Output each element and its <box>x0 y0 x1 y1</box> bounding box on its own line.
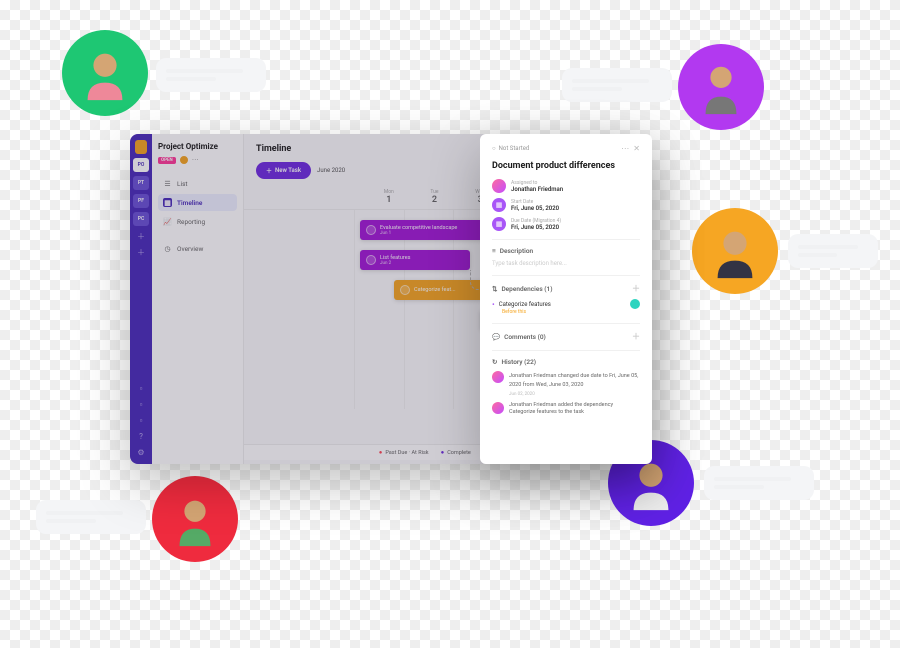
floating-avatar-1 <box>62 30 148 116</box>
project-chip-po[interactable]: PO <box>133 158 149 172</box>
dependency-icon: ⇅ <box>492 285 497 293</box>
task-bar-list-features[interactable]: List featuresJun 2 <box>360 250 470 270</box>
nav-label: Reporting <box>177 218 205 226</box>
chat-bubble-1 <box>156 58 266 92</box>
left-rail: PO PT PF PC ＋ ＋ ▫ ▫ ▫ ? ⚙ <box>130 134 152 464</box>
add-comment-button[interactable]: ＋ <box>632 331 640 342</box>
description-section: ≡Description Type task description here.… <box>492 239 640 267</box>
rail-dashboard-icon[interactable]: ▫ <box>135 382 147 394</box>
calendar-icon: ▦ <box>492 217 506 231</box>
month-selector[interactable]: June 2020 <box>317 164 345 177</box>
history-section: ↻History (22) Jonathan Friedman changed … <box>492 350 640 417</box>
floating-avatar-4 <box>152 476 238 562</box>
history-entry: Jonathan Friedman changed due date to Fr… <box>492 371 640 397</box>
description-input[interactable]: Type task description here... <box>492 260 640 267</box>
dependencies-section: ⇅Dependencies (1)＋ Categorize features B… <box>492 275 640 315</box>
chat-bubble-5 <box>704 466 814 500</box>
nav-label: Overview <box>177 245 203 253</box>
sidebar: Project Optimize OPEN ⋯ ☰ List ▦ Timelin… <box>152 134 244 464</box>
assignee-avatar-icon <box>400 285 410 295</box>
list-icon: ☰ <box>163 179 172 188</box>
start-date-row[interactable]: ▦ Start Date Fri, June 05, 2020 <box>492 198 640 212</box>
calendar-icon: ▦ <box>492 198 506 212</box>
plus-icon: ＋ <box>266 166 272 175</box>
task-title: Document product differences <box>492 161 640 171</box>
project-chip-pc[interactable]: PC <box>133 212 149 226</box>
close-icon[interactable]: ✕ <box>633 144 640 153</box>
task-detail-panel: Not Started ⋯ ✕ Document product differe… <box>480 134 652 464</box>
project-chip-pf[interactable]: PF <box>133 194 149 208</box>
more-icon[interactable]: ⋯ <box>621 144 629 153</box>
user-avatar-icon <box>492 371 504 383</box>
nav-item-reporting[interactable]: 📈 Reporting <box>158 213 237 230</box>
history-icon: ↻ <box>492 358 497 366</box>
rail-settings-icon[interactable]: ⚙ <box>135 446 147 458</box>
timeline-icon: ▦ <box>163 198 172 207</box>
floating-avatar-2 <box>678 44 764 130</box>
add-dependency-button[interactable]: ＋ <box>632 283 640 294</box>
dep-assignee-avatar <box>630 299 640 309</box>
nav-item-list[interactable]: ☰ List <box>158 175 237 192</box>
project-more-icon[interactable]: ⋯ <box>192 156 199 164</box>
rail-help-icon[interactable]: ? <box>135 430 147 442</box>
new-task-button[interactable]: ＋ New Task <box>256 162 311 179</box>
chat-bubble-3 <box>788 234 878 268</box>
nav-label: List <box>177 180 188 188</box>
dependency-item[interactable]: Categorize features <box>492 299 640 309</box>
rail-notifications-icon[interactable]: ▫ <box>135 414 147 426</box>
assignee-avatar-icon <box>366 255 376 265</box>
reporting-icon: 📈 <box>163 217 172 226</box>
chat-bubble-2 <box>562 68 672 102</box>
chat-bubble-4 <box>36 500 146 534</box>
project-chip-pt[interactable]: PT <box>133 176 149 190</box>
nav-item-timeline[interactable]: ▦ Timeline <box>158 194 237 211</box>
nav-label: Timeline <box>177 199 202 207</box>
comment-icon: 💬 <box>492 333 500 341</box>
comments-section: 💬Comments (0)＋ <box>492 323 640 342</box>
rail-add2-icon[interactable]: ＋ <box>135 246 147 258</box>
text-icon: ≡ <box>492 247 496 255</box>
nav-item-overview[interactable]: ◷ Overview <box>158 240 237 257</box>
app-logo-icon[interactable] <box>135 140 147 154</box>
project-status-badge: OPEN <box>158 157 176 164</box>
rail-add-icon[interactable]: ＋ <box>135 230 147 242</box>
assignee-row[interactable]: Assigned to Jonathan Friedman <box>492 179 640 193</box>
project-title: Project Optimize <box>158 142 237 151</box>
overview-icon: ◷ <box>163 244 172 253</box>
assignee-avatar-icon <box>366 225 376 235</box>
due-date-row[interactable]: ▦ Due Date (Migration 4) Fri, June 05, 2… <box>492 217 640 231</box>
task-status[interactable]: Not Started <box>492 145 529 152</box>
project-member-avatar[interactable] <box>179 155 189 165</box>
user-avatar-icon <box>492 402 504 414</box>
rail-archive-icon[interactable]: ▫ <box>135 398 147 410</box>
user-avatar-icon <box>492 179 506 193</box>
floating-avatar-3 <box>692 208 778 294</box>
history-entry: Jonathan Friedman added the dependency C… <box>492 402 640 416</box>
